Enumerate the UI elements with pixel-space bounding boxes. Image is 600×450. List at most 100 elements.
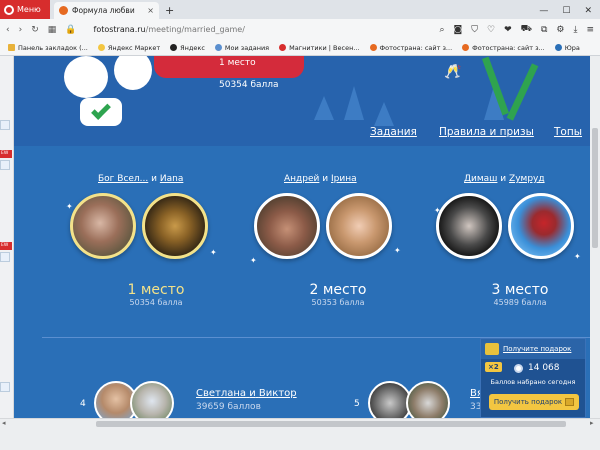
partner-link[interactable]: Ірина [331,174,357,184]
sidebar-panel-icon[interactable] [0,252,10,262]
get-gift-button-label: Получить подарок [493,398,563,406]
scroll-thumb[interactable] [592,128,598,248]
gift-box-icon [565,398,575,406]
more-icon[interactable]: ≡ [586,25,594,35]
hero-place: 1 место [219,58,256,68]
tab-close-icon[interactable]: × [147,6,154,15]
bookmark-item[interactable]: Фотострана: сайт з... [462,44,545,52]
avatar[interactable] [406,381,450,418]
partner-link[interactable]: Бог Всел... [98,174,148,184]
fotostrana-favicon-icon [59,6,68,15]
get-gift-button[interactable]: Получить подарок [489,394,579,410]
bookmark-heart-icon[interactable]: ❤ [504,25,512,35]
new-badge: EW [0,150,12,158]
snowman-illustration [114,56,152,90]
back-icon[interactable]: ‹ [6,25,10,35]
bookmark-label: Фотострана: сайт з... [379,43,453,52]
avatar[interactable] [326,193,392,259]
conjunction: и [322,174,329,184]
bookmark-item[interactable]: Яндекс Маркет [97,44,160,52]
partner-link[interactable]: Андрей [284,174,319,184]
address-bar: ‹ › ↻ ▦ 🔒 fotostrana.ru/meeting/married_… [0,19,600,40]
points-label: 50354 балла [129,298,183,307]
search-icon[interactable]: ⌕ [439,25,444,35]
tasks-icon [214,44,222,51]
sparkle-icon: ✦ [250,256,257,265]
url-field[interactable]: fotostrana.ru/meeting/married_game/ [94,25,245,34]
couple-names: Андрей и Ірина [284,174,357,184]
sidebar-panel-icon[interactable] [0,160,10,170]
bookmark-item[interactable]: Яндекс [170,44,205,52]
row-points: 39659 баллов [196,402,261,412]
bookmark-label: Яндекс [180,43,205,52]
sidebar-panel-icon[interactable] [0,120,10,130]
bookmark-item[interactable]: Фотострана: сайт з... [369,43,453,52]
partner-link[interactable]: Иana [160,174,183,184]
bookmark-item[interactable]: Панель закладок (... [8,44,88,52]
sparkle-icon: ✦ [574,252,581,261]
nav-rules[interactable]: Правила и призы [439,126,534,138]
couple-names: Бог Всел... и Иana [98,174,183,184]
scroll-left-icon[interactable]: ◂ [2,419,6,427]
yandex-icon [170,44,178,51]
bookmark-item[interactable]: Магнитики | Весен... [279,44,360,52]
hero-score: 50354 балла [219,80,279,90]
maximize-icon[interactable]: ☐ [562,6,570,16]
browser-tab-active[interactable]: Формула любви × [54,2,159,19]
opera-sidebar: EW EW [0,56,14,418]
sidebar-panel-icon[interactable] [0,382,10,392]
avatar[interactable] [130,381,174,418]
avatar[interactable] [508,193,574,259]
easy-setup-icon[interactable]: ⚙ [556,25,564,35]
points-label: 50353 балла [311,298,365,307]
vertical-scrollbar[interactable] [590,56,600,418]
place-label: 1 место [127,282,185,298]
minimize-icon[interactable]: — [539,6,548,16]
horizontal-scrollbar[interactable]: ◂ ▸ [0,418,600,428]
shield-icon[interactable]: ⛉ [471,25,478,35]
nav-tops[interactable]: Топы [554,126,582,138]
couple-names: Димаш и Zумруд [464,174,545,184]
url-domain: fotostrana.ru [93,25,146,34]
scroll-right-icon[interactable]: ▸ [590,419,594,427]
partner-link[interactable]: Димаш [464,174,497,184]
tree-decoration [374,102,394,126]
speed-dial-icon[interactable]: ▦ [48,25,57,35]
download-icon[interactable]: ⤓ [573,25,577,35]
reload-icon[interactable]: ↻ [31,25,39,35]
new-tab-button[interactable]: + [165,4,174,17]
avatar[interactable] [142,193,208,259]
rank-number: 4 [80,399,86,409]
extension-icon[interactable]: ⧉ [541,25,547,35]
partner-link[interactable]: Светлана [196,388,246,399]
bookmark-label: Мои задания [224,43,270,52]
close-window-icon[interactable]: ✕ [584,6,592,16]
sparkle-icon: ✦ [394,246,401,255]
cart-icon[interactable]: ⛟ [521,24,532,35]
bookmark-label: Фотострана: сайт з... [472,43,545,52]
conjunction: и [249,388,256,399]
scroll-thumb[interactable] [96,421,566,427]
bookmark-item[interactable]: Мои задания [214,43,270,52]
partner-link[interactable]: Zумруд [509,174,545,184]
elf-illustration [506,63,539,121]
partner-link[interactable]: Виктор [259,388,297,399]
forward-icon[interactable]: › [19,25,23,35]
address-bar-actions: ⌕ ◙ ⛉ ♡ ❤ ⛟ ⧉ ⚙ ⤓ ≡ [439,24,594,35]
get-gift-link[interactable]: Получите подарок [503,345,571,353]
avatar[interactable] [70,193,136,259]
avatar[interactable] [436,193,502,259]
conjunction: и [151,174,157,184]
bookmark-item[interactable]: Юра [554,44,580,52]
points-label: 45989 балла [493,298,547,307]
nav-tasks[interactable]: Задания [370,126,417,138]
camera-icon[interactable]: ◙ [454,25,463,35]
avatar[interactable] [254,193,320,259]
yandex-market-icon [97,44,105,51]
heart-icon[interactable]: ♡ [487,25,495,35]
tree-decoration [314,96,334,120]
sparkle-icon: ✦ [66,202,73,211]
place-label: 2 место [309,282,367,298]
opera-menu-button[interactable]: Меню [0,0,50,19]
new-badge: EW [0,242,12,250]
